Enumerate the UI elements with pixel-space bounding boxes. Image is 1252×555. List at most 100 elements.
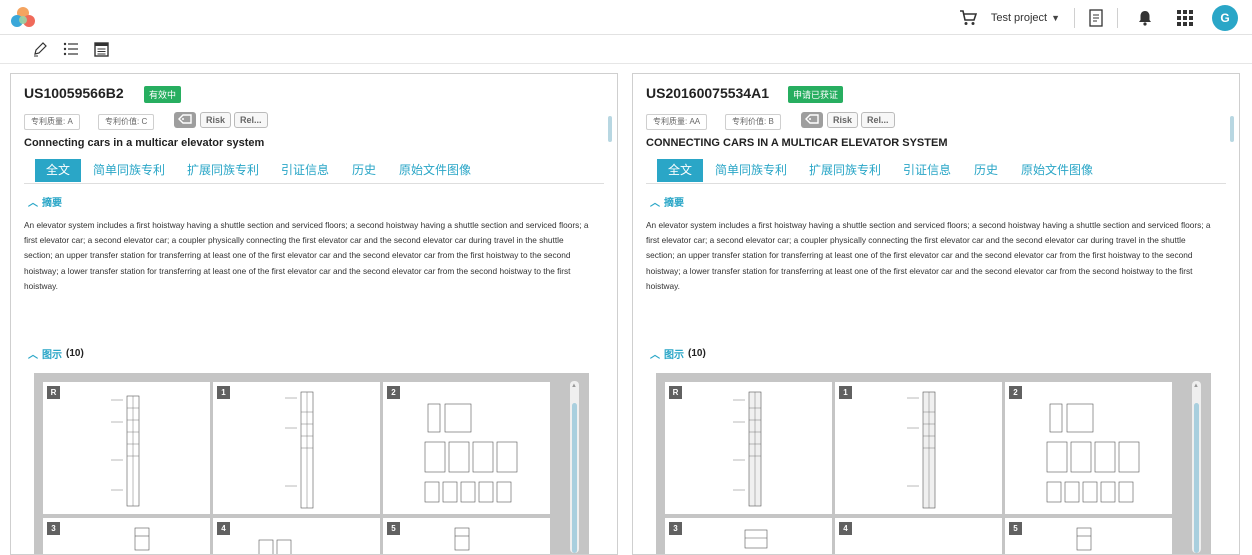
figure-thumbnail[interactable]: 2 bbox=[383, 382, 550, 514]
figure-thumbnail[interactable]: 4 bbox=[213, 518, 380, 554]
divider bbox=[1117, 8, 1118, 28]
tab-fulltext[interactable]: 全文 bbox=[657, 159, 704, 182]
tab-original-images[interactable]: 原始文件图像 bbox=[1021, 159, 1093, 182]
figure-label: 2 bbox=[1009, 386, 1022, 399]
chevron-up-icon: ︿ bbox=[650, 350, 660, 361]
apps-grid-icon[interactable] bbox=[1172, 5, 1198, 31]
figure-label: 4 bbox=[839, 522, 852, 535]
figures-section-header[interactable]: ︿ 图示 (10) bbox=[28, 346, 84, 361]
quality-chip: 专利质量: AA bbox=[646, 114, 708, 130]
figure-label: 4 bbox=[217, 522, 230, 535]
app-logo[interactable] bbox=[10, 6, 36, 28]
figures-count: (10) bbox=[66, 348, 84, 359]
project-selector[interactable]: Test project ▼ bbox=[991, 12, 1060, 24]
tab-extended-family[interactable]: 扩展同族专利 bbox=[187, 159, 259, 182]
patent-number[interactable]: US10059566B2 bbox=[24, 85, 124, 101]
rel-button[interactable]: Rel... bbox=[861, 112, 895, 128]
chevron-up-icon: ︿ bbox=[28, 350, 38, 361]
figure-thumbnail[interactable]: 1 bbox=[213, 382, 380, 514]
figures-section-header[interactable]: ︿ 图示 (10) bbox=[650, 346, 706, 361]
abstract-text: An elevator system includes a first hois… bbox=[24, 220, 589, 291]
tab-history[interactable]: 历史 bbox=[352, 159, 376, 182]
abstract-heading: 摘要 bbox=[42, 198, 62, 209]
caret-down-icon: ▼ bbox=[1051, 13, 1060, 23]
figures-heading: 图示 bbox=[664, 350, 684, 361]
scrollbar-thumb[interactable] bbox=[572, 403, 577, 553]
value-chip: 专利价值: C bbox=[98, 114, 155, 130]
figure-label: 2 bbox=[387, 386, 400, 399]
gallery-scrollbar[interactable]: ▲ bbox=[570, 381, 579, 553]
status-badge: 申请已获证 bbox=[788, 86, 844, 103]
tab-original-images[interactable]: 原始文件图像 bbox=[399, 159, 471, 182]
tag-button[interactable] bbox=[174, 112, 196, 128]
figure-thumbnail[interactable]: 1 bbox=[835, 382, 1002, 514]
tab-history[interactable]: 历史 bbox=[974, 159, 998, 182]
figures-count: (10) bbox=[688, 348, 706, 359]
value-chip: 专利价值: B bbox=[725, 114, 781, 130]
patent-number[interactable]: US20160075534A1 bbox=[646, 85, 769, 101]
bell-icon[interactable] bbox=[1132, 5, 1158, 31]
rel-button[interactable]: Rel... bbox=[234, 112, 268, 128]
patent-panel-left: US10059566B2 有效中 专利质量: A 专利价值: C Risk Re… bbox=[10, 73, 618, 555]
figure-thumbnail[interactable]: 3 bbox=[665, 518, 832, 554]
figure-label: 5 bbox=[387, 522, 400, 535]
tag-icon bbox=[178, 111, 192, 129]
figure-label: R bbox=[669, 386, 682, 399]
panel-scrollbar[interactable] bbox=[1230, 116, 1234, 142]
figure-thumbnail[interactable]: R bbox=[665, 382, 832, 514]
figure-label: R bbox=[47, 386, 60, 399]
tab-simple-family[interactable]: 简单同族专利 bbox=[93, 159, 165, 182]
scroll-up-icon[interactable]: ▲ bbox=[571, 383, 577, 389]
cart-icon[interactable] bbox=[955, 5, 981, 31]
top-bar: Test project ▼ G bbox=[0, 0, 1252, 35]
panel-scrollbar[interactable] bbox=[608, 116, 612, 142]
view-toolbar bbox=[0, 35, 1252, 64]
patent-title: CONNECTING CARS IN A MULTICAR ELEVATOR S… bbox=[646, 137, 948, 149]
document-icon[interactable] bbox=[1083, 5, 1109, 31]
tag-button[interactable] bbox=[801, 112, 823, 128]
risk-button[interactable]: Risk bbox=[200, 112, 232, 128]
tab-citations[interactable]: 引证信息 bbox=[903, 159, 951, 182]
scrollbar-thumb[interactable] bbox=[1194, 403, 1199, 553]
tab-extended-family[interactable]: 扩展同族专利 bbox=[809, 159, 881, 182]
figure-thumbnail[interactable]: 4 bbox=[835, 518, 1002, 554]
status-badge: 有效中 bbox=[144, 86, 182, 103]
patent-title: Connecting cars in a multicar elevator s… bbox=[24, 137, 265, 149]
document-view-icon[interactable] bbox=[91, 39, 111, 59]
gallery-scrollbar[interactable]: ▲ bbox=[1192, 381, 1201, 553]
detail-tabs: 全文 简单同族专利 扩展同族专利 引证信息 历史 原始文件图像 bbox=[646, 159, 1226, 184]
figure-label: 1 bbox=[839, 386, 852, 399]
figure-gallery: R 1 2 3 4 5 ▲ bbox=[656, 373, 1211, 554]
tab-simple-family[interactable]: 简单同族专利 bbox=[715, 159, 787, 182]
project-label: Test project bbox=[990, 12, 1048, 24]
figure-label: 3 bbox=[669, 522, 682, 535]
figure-thumbnail[interactable]: 3 bbox=[43, 518, 210, 554]
detail-tabs: 全文 简单同族专利 扩展同族专利 引证信息 历史 原始文件图像 bbox=[24, 159, 604, 184]
divider bbox=[1074, 8, 1075, 28]
figure-thumbnail[interactable]: 5 bbox=[383, 518, 550, 554]
avatar[interactable]: G bbox=[1212, 5, 1238, 31]
risk-button[interactable]: Risk bbox=[827, 112, 859, 128]
scroll-up-icon[interactable]: ▲ bbox=[1193, 383, 1199, 389]
figure-label: 1 bbox=[217, 386, 230, 399]
abstract-heading: 摘要 bbox=[664, 198, 684, 209]
highlighter-icon[interactable] bbox=[30, 39, 50, 59]
tab-citations[interactable]: 引证信息 bbox=[281, 159, 329, 182]
figures-heading: 图示 bbox=[42, 350, 62, 361]
figure-label: 3 bbox=[47, 522, 60, 535]
abstract-section-header[interactable]: ︿ 摘要 bbox=[650, 194, 684, 209]
abstract-section-header[interactable]: ︿ 摘要 bbox=[28, 194, 62, 209]
tab-fulltext[interactable]: 全文 bbox=[35, 159, 82, 182]
figure-thumbnail[interactable]: R bbox=[43, 382, 210, 514]
abstract-text: An elevator system includes a first hois… bbox=[646, 220, 1211, 291]
chevron-up-icon: ︿ bbox=[650, 198, 660, 209]
chevron-up-icon: ︿ bbox=[28, 198, 38, 209]
patent-panel-right: US20160075534A1 申请已获证 专利质量: AA 专利价值: B R… bbox=[632, 73, 1240, 555]
list-icon[interactable] bbox=[61, 39, 81, 59]
figure-thumbnail[interactable]: 2 bbox=[1005, 382, 1172, 514]
quality-chip: 专利质量: A bbox=[24, 114, 80, 130]
tag-icon bbox=[805, 111, 819, 129]
figure-thumbnail[interactable]: 5 bbox=[1005, 518, 1172, 554]
figure-gallery: R 1 2 3 4 5 ▲ bbox=[34, 373, 589, 554]
figure-label: 5 bbox=[1009, 522, 1022, 535]
